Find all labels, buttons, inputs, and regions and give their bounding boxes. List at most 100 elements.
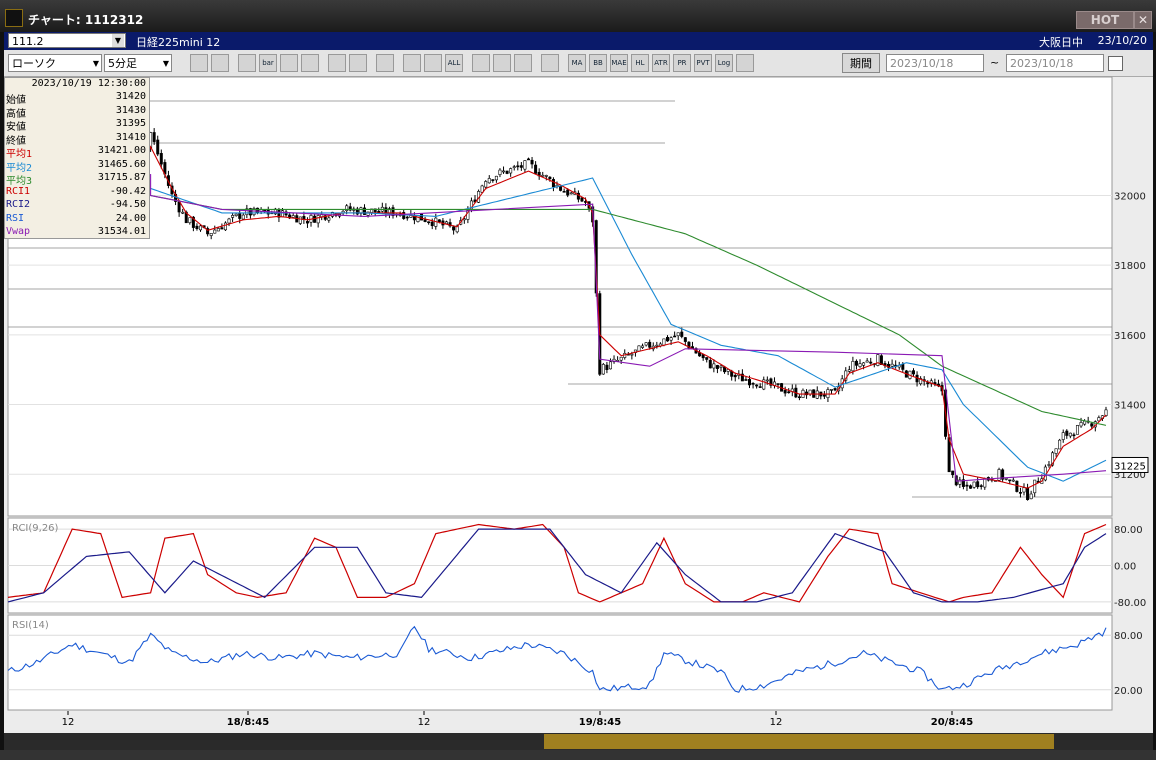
- candle-body: [195, 225, 199, 230]
- candle-body: [1018, 492, 1022, 494]
- candle-body: [152, 132, 156, 142]
- candle-body: [680, 331, 684, 337]
- candle-body: [156, 139, 160, 155]
- candle-body: [544, 175, 548, 177]
- candle-body: [833, 388, 837, 391]
- candle-body: [869, 361, 873, 364]
- time-scrollbar[interactable]: [4, 733, 1153, 750]
- candle-body: [712, 363, 716, 369]
- candle-body: [1029, 493, 1033, 500]
- candle-body: [969, 485, 973, 489]
- candle-body: [1011, 479, 1015, 482]
- candle-body: [1004, 478, 1008, 480]
- candle-body: [1047, 464, 1051, 466]
- candle-body: [1075, 425, 1079, 435]
- info-value: 31420: [115, 91, 146, 102]
- candle-body: [1015, 480, 1019, 492]
- info-row: 終値 31410: [5, 131, 149, 147]
- candle-body: [220, 227, 224, 230]
- candle-body: [181, 211, 185, 214]
- candle-body: [858, 363, 862, 367]
- candle-body: [280, 210, 284, 218]
- candle-body: [519, 165, 523, 168]
- candle-body: [983, 478, 987, 488]
- candle-body: [608, 361, 612, 370]
- candle-body: [1083, 420, 1087, 425]
- candle-body: [951, 470, 955, 476]
- candle-body: [708, 360, 712, 369]
- candle-body: [1061, 432, 1065, 440]
- candle-body: [223, 222, 227, 231]
- info-value: 31410: [115, 131, 146, 143]
- candle-body: [829, 389, 833, 391]
- candle-body: [231, 215, 235, 218]
- rsi-y-tick-label: 20.00: [1114, 686, 1143, 697]
- candle-body: [876, 354, 880, 366]
- candle-body: [979, 485, 983, 487]
- candle-body: [890, 363, 894, 367]
- info-value: 31421.00: [97, 145, 146, 156]
- info-row: RCI1 -90.42: [5, 186, 149, 199]
- candle-body: [662, 338, 666, 346]
- x-tick-label: 12: [418, 717, 431, 728]
- info-label: Vwap: [6, 226, 31, 237]
- candle-body: [1022, 487, 1026, 493]
- candle-body: [965, 484, 969, 487]
- rci-y-tick-label: 80.00: [1114, 525, 1143, 536]
- x-tick-label: 12: [770, 717, 783, 728]
- info-value: 31465.60: [97, 158, 146, 170]
- candle-body: [601, 364, 605, 375]
- info-value: -90.42: [109, 185, 146, 197]
- candle-body: [494, 175, 498, 181]
- candle-body: [491, 179, 495, 181]
- candle-body: [1072, 434, 1076, 437]
- x-tick-label: 12: [62, 717, 75, 728]
- candle-body: [199, 225, 203, 231]
- candle-body: [484, 181, 488, 188]
- info-label: RSI: [6, 212, 25, 224]
- info-value: 31534.01: [97, 226, 146, 237]
- candle-body: [783, 390, 787, 394]
- candle-body: [523, 160, 527, 170]
- candle-body: [755, 384, 759, 387]
- info-label: RCI2: [6, 199, 31, 210]
- candle-body: [1026, 487, 1030, 501]
- chart-svg[interactable]: 32000318003160031400312003122580.000.00-…: [0, 0, 1156, 733]
- candle-body: [551, 179, 555, 188]
- candle-body: [437, 219, 441, 223]
- candle-body: [530, 159, 534, 165]
- candle-body: [423, 219, 427, 222]
- candle-body: [776, 383, 780, 385]
- info-row: RSI 24.00: [5, 213, 149, 226]
- info-row: 始値 31420: [5, 91, 149, 106]
- candle-body: [851, 361, 855, 372]
- candle-body: [862, 362, 866, 366]
- info-row: RCI2 -94.50: [5, 199, 149, 212]
- candle-body: [976, 481, 980, 488]
- candle-body: [327, 217, 331, 221]
- candle-body: [305, 221, 309, 224]
- candle-body: [1033, 479, 1037, 494]
- candle-body: [562, 191, 566, 193]
- scroll-thumb[interactable]: [544, 734, 1054, 749]
- candle-body: [487, 178, 491, 184]
- candle-body: [234, 213, 238, 216]
- rci-title: RCI(9,26): [12, 523, 59, 534]
- info-value: -94.50: [109, 199, 146, 210]
- candle-body: [744, 379, 748, 381]
- candle-body: [238, 213, 242, 219]
- candle-body: [865, 360, 869, 363]
- rsi-y-tick-label: 80.00: [1114, 631, 1143, 642]
- candle-body: [676, 332, 680, 337]
- candle-body: [1079, 422, 1083, 427]
- candle-body: [605, 364, 609, 370]
- candle-body: [177, 201, 181, 213]
- candle-body: [241, 214, 245, 220]
- candle-body: [291, 215, 295, 218]
- candle-body: [666, 336, 670, 342]
- candle-body: [901, 364, 905, 370]
- price-y-tick-label: 31400: [1114, 401, 1146, 412]
- candle-body: [1054, 448, 1058, 454]
- candle-body: [216, 228, 220, 232]
- info-row: 高値 31430: [5, 105, 149, 120]
